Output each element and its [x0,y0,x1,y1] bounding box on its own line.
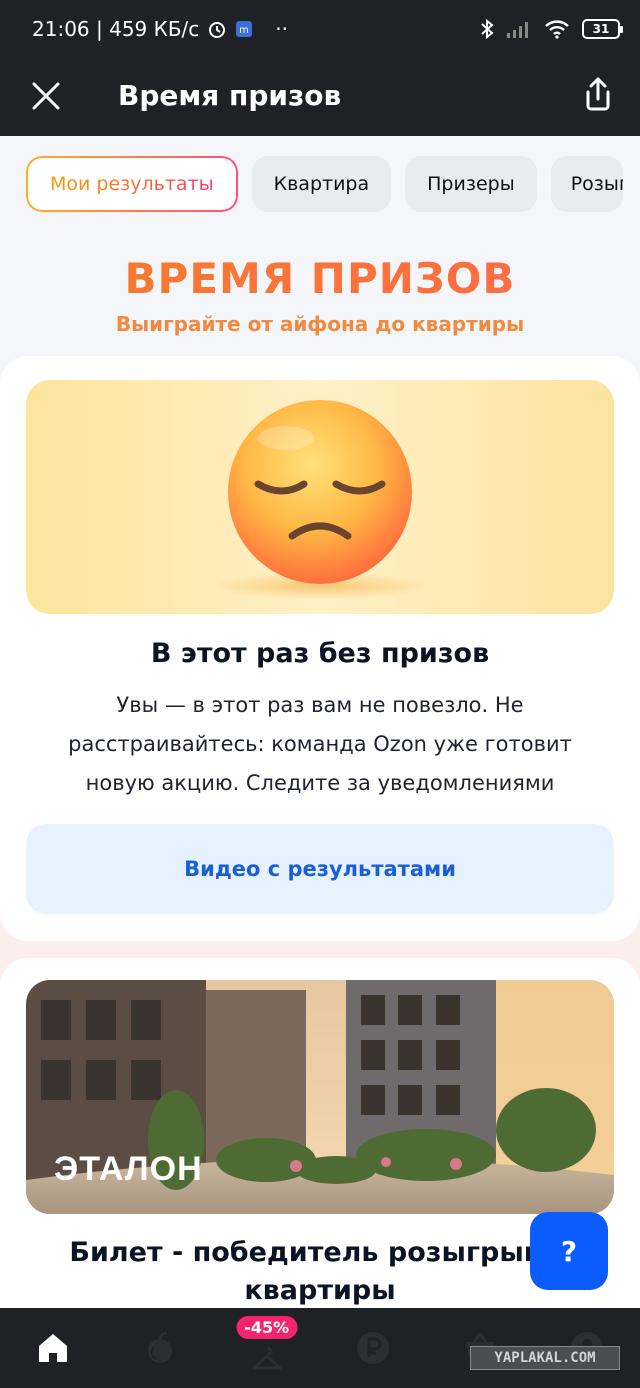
status-more-dots: ·· [275,17,288,41]
apartment-photo: ЭТАЛОН [26,980,614,1214]
main-content[interactable]: Мои результаты Квартира Призеры Розыгрыш… [0,136,640,1308]
share-button[interactable] [578,72,618,116]
emoji-banner [26,380,614,614]
nav-fresh[interactable] [107,1308,214,1388]
nav-sale[interactable]: -45% [213,1308,320,1388]
tab-my-results[interactable]: Мои результаты [26,156,238,212]
close-icon [32,82,60,110]
sale-icon [252,1346,282,1370]
wifi-icon [544,19,570,39]
signal-icon [506,19,532,39]
hero-title: ВРЕМЯ ПРИЗОВ [0,254,640,303]
pensive-face-icon [210,400,430,600]
home-icon [39,1334,68,1362]
tab-label: Призеры [427,173,515,195]
tab-winners[interactable]: Призеры [405,156,537,212]
sale-badge: -45% [236,1316,298,1339]
result-title: В этот раз без призов [150,638,490,669]
tab-draw[interactable]: Розыгрыш [550,156,623,212]
status-bar: 21:06 | 459 КБ/с m ·· 31 [0,0,640,58]
status-time: 21:06 | 459 КБ/с [32,17,200,41]
brand-logo-text: ЭТАЛОН [54,1150,203,1188]
app-notification-icon: m [235,20,253,38]
nav-finance[interactable] [320,1308,427,1388]
bluetooth-icon [480,18,494,40]
help-button[interactable]: ? [530,1212,608,1290]
ruble-icon [357,1332,390,1364]
nav-home[interactable] [0,1308,107,1388]
app-header: Время призов [0,58,640,136]
video-results-button[interactable]: Видео с результатами [26,824,614,914]
result-card: В этот раз без призов Увы — в этот раз в… [0,356,640,941]
page-title: Время призов [118,79,342,112]
fresh-icon [148,1331,172,1363]
result-text: Увы — в этот раз вам не повезло. Не расс… [68,693,572,795]
alarm-icon [207,19,227,39]
tab-apartment[interactable]: Квартира [251,156,392,212]
tab-label: Мои результаты [50,173,214,195]
share-icon [586,77,610,111]
hero-subtitle: Выиграйте от айфона до квартиры [115,312,525,336]
svg-text:m: m [239,25,249,36]
battery-indicator: 31 [582,19,623,39]
tab-label: Квартира [273,173,370,195]
close-button[interactable] [26,76,66,116]
tab-label: Розыгрыш [570,173,623,195]
watermark: YAPLAKAL.COM [470,1346,620,1370]
tab-bar: Мои результаты Квартира Призеры Розыгрыш [26,156,623,212]
